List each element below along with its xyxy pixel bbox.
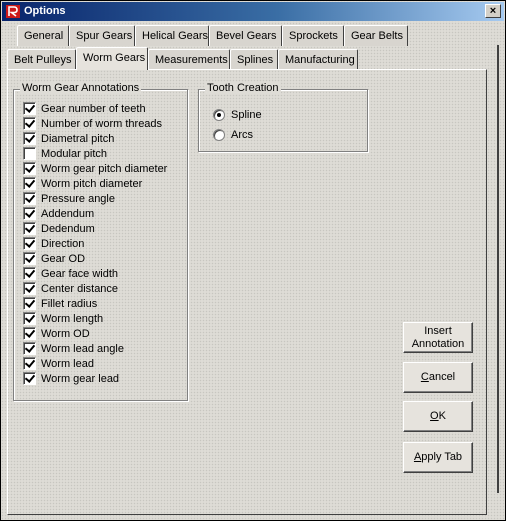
- stacked-panel-edge: [496, 45, 499, 493]
- annotation-checkbox[interactable]: [23, 102, 36, 115]
- tab-belt-pulleys[interactable]: Belt Pulleys: [7, 49, 76, 70]
- annotation-option-row[interactable]: Center distance: [23, 282, 118, 295]
- tooth-creation-option-spline[interactable]: Spline: [213, 108, 262, 121]
- annotation-checkbox[interactable]: [23, 132, 36, 145]
- tab-general[interactable]: General: [17, 25, 69, 46]
- tab-splines[interactable]: Splines: [230, 49, 278, 70]
- annotation-checkbox[interactable]: [23, 207, 36, 220]
- annotation-option-label: Worm lead: [41, 357, 94, 370]
- annotation-option-row[interactable]: Worm lead: [23, 357, 94, 370]
- annotation-checkbox[interactable]: [23, 222, 36, 235]
- tooth-creation-option-label: Spline: [231, 108, 262, 121]
- annotation-option-row[interactable]: Dedendum: [23, 222, 95, 235]
- annotation-option-label: Gear OD: [41, 252, 86, 265]
- annotation-option-row[interactable]: Worm OD: [23, 327, 90, 340]
- options-dialog: Options × General Spur Gears Helical Gea…: [0, 0, 506, 521]
- annotation-option-row[interactable]: Addendum: [23, 207, 94, 220]
- annotation-option-label: Gear number of teeth: [41, 102, 146, 115]
- annotation-checkbox[interactable]: [23, 192, 36, 205]
- tooth-creation-group: Tooth Creation Spline Arcs: [198, 82, 368, 152]
- annotation-checkbox[interactable]: [23, 162, 36, 175]
- annotation-option-row[interactable]: Modular pitch: [23, 147, 107, 160]
- annotation-checkbox[interactable]: [23, 312, 36, 325]
- annotation-checkbox[interactable]: [23, 372, 36, 385]
- annotation-option-label: Center distance: [41, 282, 119, 295]
- annotation-checkbox[interactable]: [23, 357, 36, 370]
- tab-helical-gears[interactable]: Helical Gears: [135, 25, 209, 46]
- annotation-option-label: Worm OD: [41, 327, 90, 340]
- tab-manufacturing[interactable]: Manufacturing: [278, 49, 358, 70]
- annotation-option-label: Fillet radius: [41, 297, 98, 310]
- annotation-checkbox[interactable]: [23, 327, 36, 340]
- annotation-option-label: Modular pitch: [41, 147, 108, 160]
- annotation-checkbox[interactable]: [23, 342, 36, 355]
- annotation-option-row[interactable]: Diametral pitch: [23, 132, 114, 145]
- annotation-option-row[interactable]: Gear face width: [23, 267, 118, 280]
- cancel-button[interactable]: Cancel: [403, 362, 473, 393]
- annotation-option-row[interactable]: Gear OD: [23, 252, 85, 265]
- annotation-option-label: Worm lead angle: [41, 342, 124, 355]
- annotation-option-label: Pressure angle: [41, 192, 115, 205]
- annotation-checkbox[interactable]: [23, 282, 36, 295]
- annotation-checkbox[interactable]: [23, 237, 36, 250]
- apply-tab-button[interactable]: Apply Tab: [403, 442, 473, 473]
- worm-gear-annotations-group: Worm Gear Annotations Gear number of tee…: [13, 82, 188, 401]
- annotation-option-label: Dedendum: [41, 222, 95, 235]
- tab-worm-gears[interactable]: Worm Gears: [76, 47, 148, 70]
- annotation-option-row[interactable]: Number of worm threads: [23, 117, 162, 130]
- annotation-option-row[interactable]: Worm pitch diameter: [23, 177, 142, 190]
- tab-gear-belts[interactable]: Gear Belts: [344, 25, 408, 46]
- annotation-option-label: Worm gear pitch diameter: [41, 162, 168, 175]
- tooth-creation-radio[interactable]: [213, 128, 225, 141]
- annotation-option-label: Diametral pitch: [41, 132, 115, 145]
- tab-measurements[interactable]: Measurements: [148, 49, 230, 70]
- tooth-creation-radio[interactable]: [213, 108, 225, 121]
- tab-spur-gears[interactable]: Spur Gears: [69, 25, 135, 46]
- window-title: Options: [24, 5, 66, 17]
- annotation-option-row[interactable]: Pressure angle: [23, 192, 115, 205]
- annotation-checkbox[interactable]: [23, 117, 36, 130]
- annotation-checkbox[interactable]: [23, 147, 36, 160]
- annotation-checkbox[interactable]: [23, 267, 36, 280]
- close-button[interactable]: ×: [485, 4, 501, 18]
- annotation-option-row[interactable]: Direction: [23, 237, 84, 250]
- annotation-checkbox[interactable]: [23, 297, 36, 310]
- annotation-option-row[interactable]: Worm gear pitch diameter: [23, 162, 167, 175]
- annotation-option-label: Addendum: [41, 207, 95, 220]
- worm-gear-annotations-title: Worm Gear Annotations: [20, 82, 142, 94]
- annotation-checkbox[interactable]: [23, 177, 36, 190]
- tab-sprockets[interactable]: Sprockets: [282, 25, 344, 46]
- annotation-option-row[interactable]: Worm length: [23, 312, 103, 325]
- ok-button[interactable]: OK: [403, 401, 473, 432]
- title-bar[interactable]: Options ×: [2, 2, 504, 21]
- tooth-creation-option-label: Arcs: [231, 128, 253, 141]
- annotation-option-label: Worm length: [41, 312, 104, 325]
- tooth-creation-title: Tooth Creation: [205, 82, 281, 94]
- annotation-option-label: Worm gear lead: [41, 372, 120, 385]
- annotation-option-row[interactable]: Fillet radius: [23, 297, 97, 310]
- annotation-option-row[interactable]: Gear number of teeth: [23, 102, 146, 115]
- annotation-option-label: Gear face width: [41, 267, 119, 280]
- annotation-option-label: Number of worm threads: [41, 117, 163, 130]
- annotation-checkbox[interactable]: [23, 252, 36, 265]
- insert-annotation-button[interactable]: Insert Annotation: [403, 322, 473, 353]
- annotation-option-row[interactable]: Worm gear lead: [23, 372, 119, 385]
- annotation-option-label: Worm pitch diameter: [41, 177, 143, 190]
- tab-bevel-gears[interactable]: Bevel Gears: [209, 25, 282, 46]
- annotation-option-label: Direction: [41, 237, 85, 250]
- annotation-option-row[interactable]: Worm lead angle: [23, 342, 124, 355]
- app-logo-icon: [6, 5, 20, 18]
- tooth-creation-option-arcs[interactable]: Arcs: [213, 128, 253, 141]
